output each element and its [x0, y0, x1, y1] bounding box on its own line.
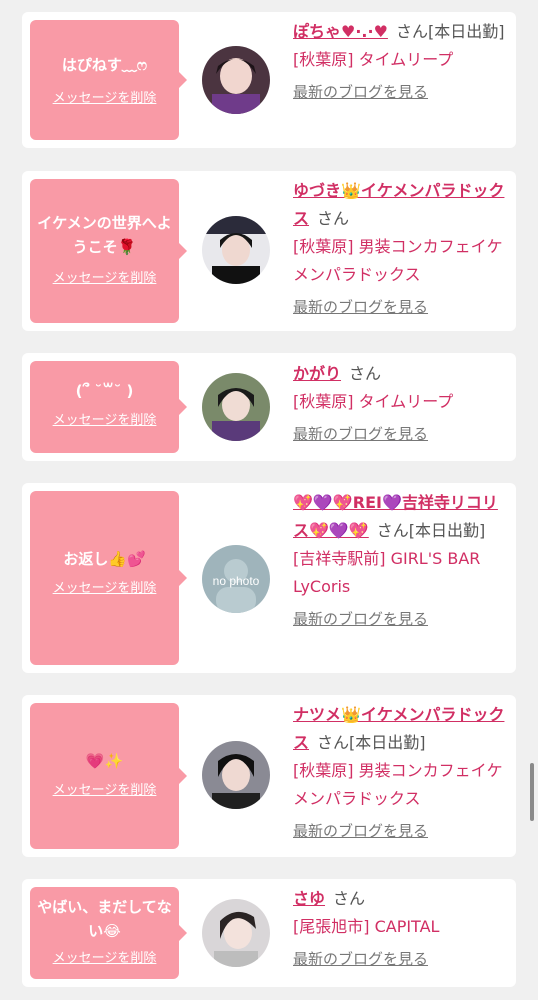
message-text: はぴねす﹏ෆ [61, 56, 148, 74]
avatar[interactable]: no photo [202, 545, 270, 613]
profile-info: ゆづき👑イケメンパラドックス さん [秋葉原] 男装コンカフェイケメンパラドックス… [293, 177, 511, 321]
honorific: さん [333, 889, 366, 908]
message-bubble: イケメンの世界へようこそ🌹 メッセージを削除 [30, 179, 187, 323]
latest-blog-link[interactable]: 最新のブログを見る [293, 945, 428, 973]
profile-info: さゆ さん [尾張旭市] CAPITAL 最新のブログを見る [293, 885, 511, 973]
message-card: (՞ ˘꒳˘ ) メッセージを削除 かがり さん [秋葉原] タイムリープ 最新の… [22, 353, 516, 461]
latest-blog-link[interactable]: 最新のブログを見る [293, 293, 428, 321]
profile-info: かがり さん [秋葉原] タイムリープ 最新のブログを見る [293, 360, 511, 448]
message-bubble: 💗✨ メッセージを削除 [30, 703, 187, 849]
avatar[interactable] [202, 899, 270, 967]
message-bubble: お返し👍💕 メッセージを削除 [30, 491, 187, 665]
message-bubble: (՞ ˘꒳˘ ) メッセージを削除 [30, 361, 187, 453]
delete-message-link[interactable]: メッセージを削除 [53, 87, 157, 106]
cast-name-link[interactable]: ぽちゃ♥·.·♥ [293, 22, 388, 41]
honorific: さん [317, 733, 350, 752]
latest-blog-link[interactable]: 最新のブログを見る [293, 817, 428, 845]
no-photo-text: no photo [213, 574, 260, 588]
latest-blog-link[interactable]: 最新のブログを見る [293, 78, 428, 106]
shop-name: [秋葉原] 男装コンカフェイケメンパラドックス [293, 237, 503, 284]
honorific: さん [376, 521, 409, 540]
cast-name-link[interactable]: さゆ [293, 889, 325, 908]
message-card: イケメンの世界へようこそ🌹 メッセージを削除 ゆづき👑イケメンパラドックス さん … [22, 171, 516, 331]
delete-message-link[interactable]: メッセージを削除 [53, 947, 157, 966]
profile-info: ぽちゃ♥·.·♥ さん[本日出勤] [秋葉原] タイムリープ 最新のブログを見る [293, 18, 511, 106]
avatar[interactable] [202, 373, 270, 441]
message-bubble: やばい、まだしてない😂 メッセージを削除 [30, 887, 187, 979]
message-card: はぴねす﹏ෆ メッセージを削除 ぽちゃ♥·.·♥ さん[本日出勤] [秋葉原] タ… [22, 12, 516, 148]
honorific: さん [349, 364, 382, 383]
shop-name: [秋葉原] 男装コンカフェイケメンパラドックス [293, 761, 503, 808]
profile-info: ナツメ👑イケメンパラドックス さん[本日出勤] [秋葉原] 男装コンカフェイケメン… [293, 701, 511, 845]
message-text: やばい、まだしてない😂 [37, 898, 172, 940]
message-card: 💗✨ メッセージを削除 ナツメ👑イケメンパラドックス さん[本日出勤] [秋葉原]… [22, 695, 516, 857]
profile-info: 💖💜💖REI💜吉祥寺リコリス💖💜💖 さん[本日出勤] [吉祥寺駅前] GIRL'S… [293, 489, 511, 633]
status-text: [本日出勤] [427, 22, 505, 41]
avatar[interactable] [202, 216, 270, 284]
latest-blog-link[interactable]: 最新のブログを見る [293, 605, 428, 633]
shop-name: [秋葉原] タイムリープ [293, 392, 454, 411]
status-text: [本日出勤] [349, 733, 426, 752]
cast-name-link[interactable]: かがり [293, 364, 341, 383]
message-card: お返し👍💕 メッセージを削除 no photo 💖💜💖REI💜吉祥寺リコリス💖💜… [22, 483, 516, 673]
shop-name: [秋葉原] タイムリープ [293, 50, 454, 69]
latest-blog-link[interactable]: 最新のブログを見る [293, 420, 428, 448]
message-text: (՞ ˘꒳˘ ) [75, 382, 134, 400]
shop-name: [尾張旭市] CAPITAL [293, 917, 440, 936]
message-bubble: はぴねす﹏ෆ メッセージを削除 [30, 20, 187, 140]
honorific: さん [395, 22, 428, 41]
delete-message-link[interactable]: メッセージを削除 [53, 409, 157, 428]
scrollbar[interactable] [530, 763, 534, 821]
message-text: イケメンの世界へようこそ🌹 [37, 214, 172, 256]
avatar[interactable] [202, 741, 270, 809]
message-text: 💗✨ [85, 752, 124, 770]
shop-name: [吉祥寺駅前] GIRL'S BAR LyCoris [293, 549, 481, 596]
honorific: さん [317, 209, 350, 228]
message-card: やばい、まだしてない😂 メッセージを削除 さゆ さん [尾張旭市] CAPITAL… [22, 879, 516, 987]
delete-message-link[interactable]: メッセージを削除 [53, 267, 157, 286]
delete-message-link[interactable]: メッセージを削除 [53, 779, 157, 798]
avatar[interactable] [202, 46, 270, 114]
delete-message-link[interactable]: メッセージを削除 [53, 577, 157, 596]
message-text: お返し👍💕 [63, 550, 146, 568]
status-text: [本日出勤] [408, 521, 486, 540]
